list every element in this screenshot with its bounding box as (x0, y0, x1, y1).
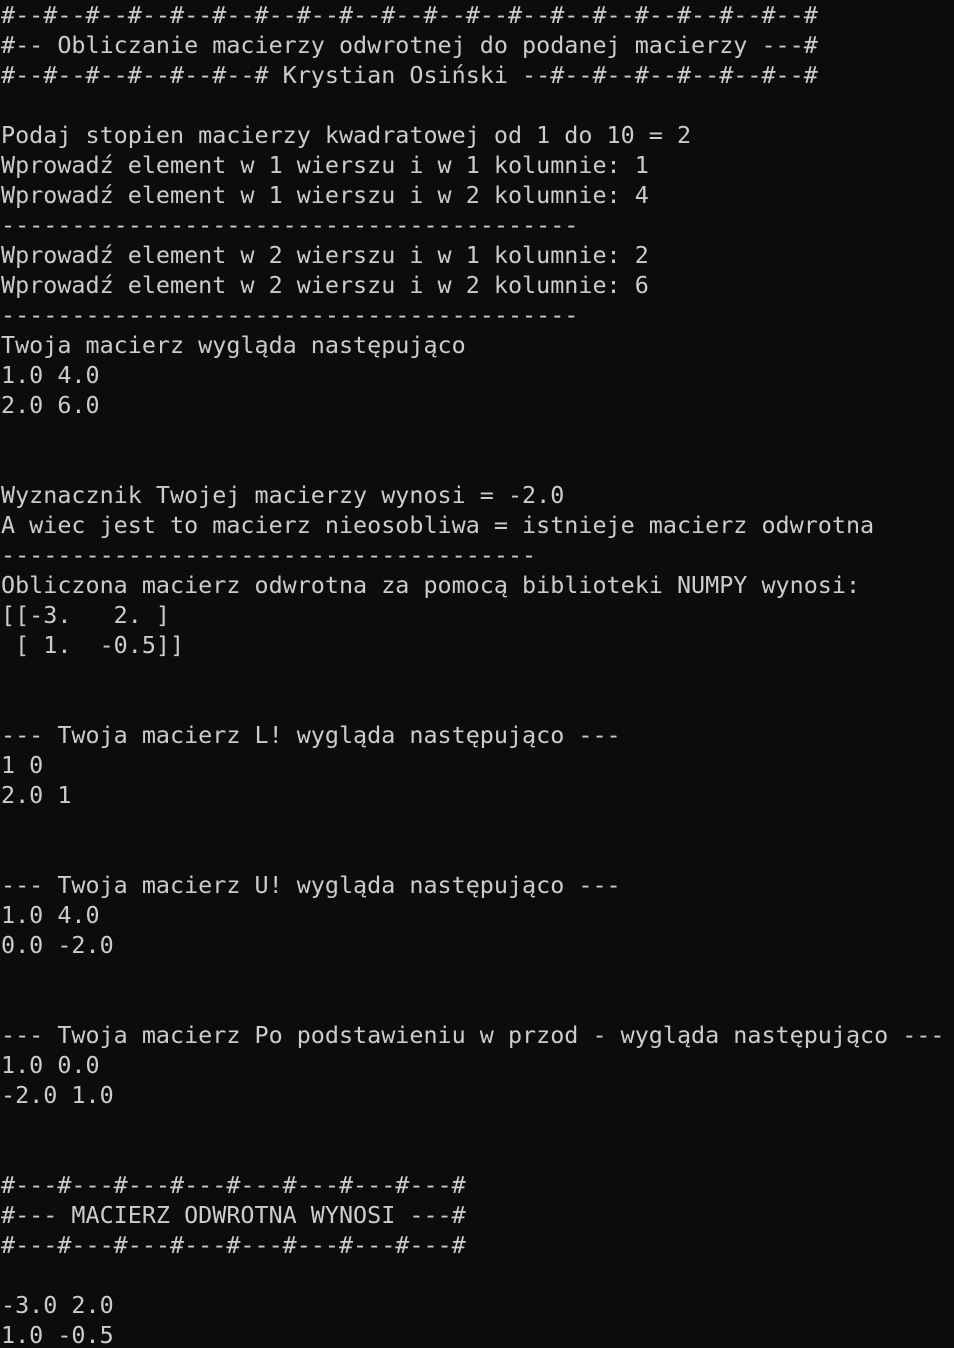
terminal-line: A wiec jest to macierz nieosobliwa = ist… (1, 511, 875, 539)
terminal-line: #---#---#---#---#---#---#---#---# (1, 1231, 466, 1259)
terminal-line: 1.0 4.0 (1, 901, 100, 929)
terminal-line: ----------------------------------------… (1, 301, 579, 329)
terminal-line: Twoja macierz wygląda następująco (1, 331, 466, 359)
terminal-line: --- Twoja macierz Po podstawieniu w przo… (1, 1021, 945, 1049)
terminal-line: -3.0 2.0 (1, 1291, 114, 1319)
terminal-line: Podaj stopien macierzy kwadratowej od 1 … (1, 121, 692, 149)
terminal-line: [ 1. -0.5]] (1, 631, 185, 659)
terminal-line: [[-3. 2. ] (1, 601, 170, 629)
terminal-line: #-- Obliczanie macierzy odwrotnej do pod… (1, 31, 818, 59)
terminal-line: --- Twoja macierz L! wygląda następująco… (1, 721, 621, 749)
terminal-line: --- Twoja macierz U! wygląda następująco… (1, 871, 621, 899)
terminal-line: Wprowadź element w 2 wierszu i w 1 kolum… (1, 241, 649, 269)
terminal-line: #--#--#--#--#--#--# Krystian Osiński --#… (1, 61, 818, 89)
terminal-line: Obliczona macierz odwrotna za pomocą bib… (1, 571, 861, 599)
terminal-line: Wyznacznik Twojej macierzy wynosi = -2.0 (1, 481, 565, 509)
terminal-line: Wprowadź element w 1 wierszu i w 1 kolum… (1, 151, 649, 179)
terminal-output[interactable]: #--#--#--#--#--#--#--#--#--#--#--#--#--#… (0, 0, 954, 1348)
terminal-line: 1 0 (1, 751, 44, 779)
terminal-line: 2.0 1 (1, 781, 72, 809)
terminal-line: Wprowadź element w 2 wierszu i w 2 kolum… (1, 271, 649, 299)
terminal-line: #---#---#---#---#---#---#---#---# (1, 1171, 466, 1199)
terminal-line: 1.0 -0.5 (1, 1321, 114, 1348)
terminal-line: #--- MACIERZ ODWROTNA WYNOSI ---# (1, 1201, 466, 1229)
terminal-line: -2.0 1.0 (1, 1081, 114, 1109)
terminal-line: Wprowadź element w 1 wierszu i w 2 kolum… (1, 181, 649, 209)
terminal-line: 1.0 0.0 (1, 1051, 100, 1079)
terminal-line: 0.0 -2.0 (1, 931, 114, 959)
terminal-line: -------------------------------------- (1, 541, 537, 569)
terminal-line: 1.0 4.0 (1, 361, 100, 389)
terminal-line: #--#--#--#--#--#--#--#--#--#--#--#--#--#… (1, 1, 818, 29)
terminal-line: ----------------------------------------… (1, 211, 579, 239)
terminal-line: 2.0 6.0 (1, 391, 100, 419)
